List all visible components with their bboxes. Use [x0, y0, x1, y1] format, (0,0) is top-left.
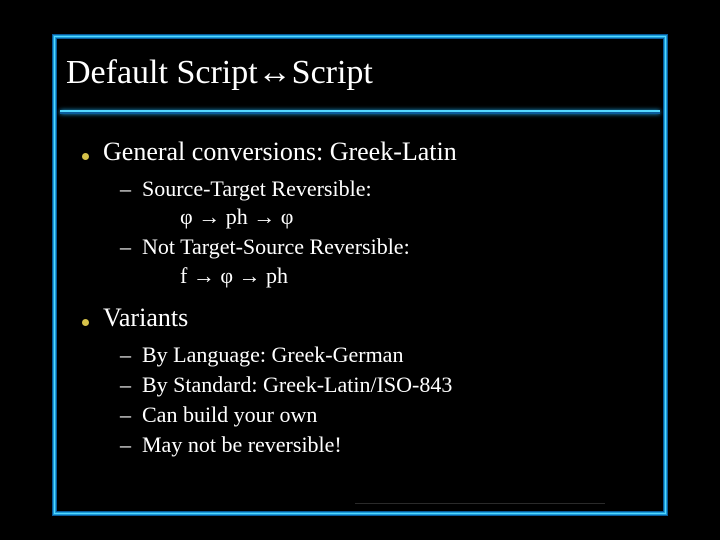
- bullet-list: General conversions: Greek-Latin – Sourc…: [82, 134, 664, 459]
- sub-item-label: Can build your own: [142, 401, 317, 429]
- sub-list-item: – May not be reversible!: [120, 431, 664, 459]
- sub-item-detail: φ → ph → φ: [180, 203, 372, 231]
- dash-icon: –: [120, 401, 132, 429]
- sub-list: – By Language: Greek-German – By Standar…: [120, 341, 664, 460]
- sub-list-item: – Not Target-Source Reversible: f → φ → …: [120, 233, 664, 289]
- dash-icon: –: [120, 431, 132, 459]
- sub-list-item: – Can build your own: [120, 401, 664, 429]
- dash-icon: –: [120, 341, 132, 369]
- slide: Default Script↔Script General conversion…: [0, 0, 720, 540]
- dash-icon: –: [120, 233, 132, 261]
- slide-title: Default Script↔Script: [66, 54, 664, 92]
- sub-item-label: May not be reversible!: [142, 431, 342, 459]
- list-item-label: Variants: [103, 300, 188, 335]
- list-item: Variants – By Language: Greek-German – B…: [82, 300, 664, 460]
- sub-list-item: – By Standard: Greek-Latin/ISO-843: [120, 371, 664, 399]
- bullet-icon: [82, 319, 89, 326]
- bullet-icon: [82, 153, 89, 160]
- sub-item-detail: f → φ → ph: [180, 262, 410, 290]
- footer-separator: [355, 503, 605, 504]
- sub-item-label: Not Target-Source Reversible: f → φ → ph: [142, 233, 410, 289]
- sub-list-item: – Source-Target Reversible: φ → ph → φ: [120, 175, 664, 231]
- dash-icon: –: [120, 371, 132, 399]
- sub-list: – Source-Target Reversible: φ → ph → φ –…: [120, 175, 664, 290]
- list-item: General conversions: Greek-Latin – Sourc…: [82, 134, 664, 290]
- dash-icon: –: [120, 175, 132, 203]
- title-underline: [60, 110, 660, 114]
- sub-item-label: By Language: Greek-German: [142, 341, 403, 369]
- sub-item-label: Source-Target Reversible: φ → ph → φ: [142, 175, 372, 231]
- list-item-label: General conversions: Greek-Latin: [103, 134, 457, 169]
- sub-list-item: – By Language: Greek-German: [120, 341, 664, 369]
- sub-item-label: By Standard: Greek-Latin/ISO-843: [142, 371, 452, 399]
